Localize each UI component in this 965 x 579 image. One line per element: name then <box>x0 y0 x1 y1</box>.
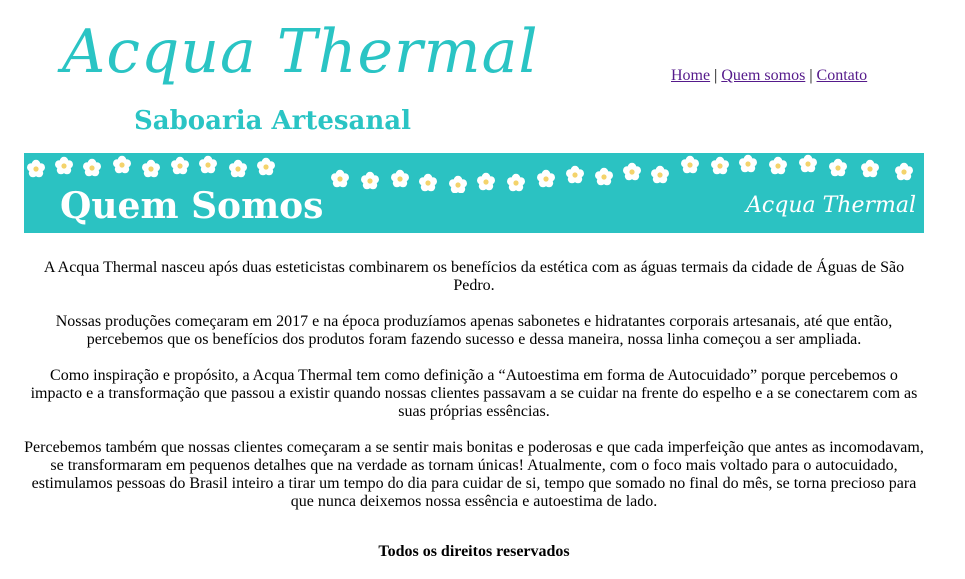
nav-separator: | <box>809 67 813 84</box>
about-paragraph: Nossas produções começaram em 2017 e na … <box>55 313 893 348</box>
page-banner: Quem Somos Acqua Thermal <box>24 153 924 233</box>
banner-brand-logo: Acqua Thermal <box>746 193 916 218</box>
about-paragraph: Como inspiração e propósito, a Acqua The… <box>30 367 918 420</box>
footer-copyright: Todos os direitos reservados <box>378 543 570 560</box>
nav-link-quem-somos[interactable]: Quem somos <box>721 67 805 84</box>
nav-separator: | <box>714 67 718 84</box>
brand-subtitle: Saboaria Artesanal <box>134 106 411 136</box>
nav-link-home[interactable]: Home <box>671 67 710 84</box>
about-content: A Acqua Thermal nasceu após duas estetic… <box>24 259 924 529</box>
banner-title: Quem Somos <box>60 185 324 227</box>
brand-logo: Acqua Thermal <box>62 17 539 87</box>
about-paragraph: A Acqua Thermal nasceu após duas estetic… <box>43 259 905 294</box>
about-paragraph: Percebemos também que nossas clientes co… <box>24 439 924 510</box>
main-nav: Home | Quem somos | Contato <box>671 66 867 86</box>
nav-link-contato[interactable]: Contato <box>817 67 868 84</box>
